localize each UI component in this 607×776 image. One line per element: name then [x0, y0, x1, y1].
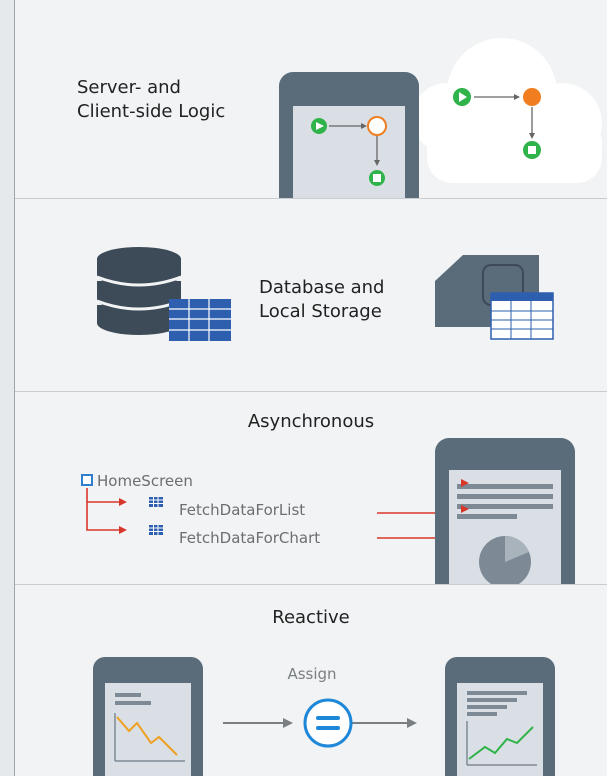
- tree-item-fetchdataforchart: FetchDataForChart: [179, 529, 321, 547]
- assign-icon: [303, 698, 353, 748]
- reactive-section: Reactive Assign: [15, 585, 607, 776]
- action-icon: [149, 525, 163, 535]
- client-phone-icon: [279, 72, 419, 198]
- diagram-panel: Server- and Client-side Logic Database a…: [14, 0, 607, 776]
- async-phone-icon: [435, 438, 575, 584]
- database-section: Database and Local Storage: [15, 199, 607, 391]
- assign-label: Assign: [287, 665, 337, 683]
- logic-title-line1: Server- and: [77, 77, 181, 98]
- reactive-title: Reactive: [272, 607, 350, 628]
- table-icon: [169, 299, 231, 341]
- async-section: Asynchronous HomeScreen FetchDataForList…: [15, 392, 607, 584]
- logic-section: Server- and Client-side Logic: [15, 0, 607, 198]
- window-edge: [0, 0, 14, 776]
- server-flow-icon: [453, 88, 541, 159]
- logic-title-line2: Client-side Logic: [77, 101, 226, 122]
- reactive-phone-before-icon: [93, 657, 203, 776]
- tree-root-homescreen: HomeScreen: [97, 472, 193, 490]
- reactive-phone-after-icon: [445, 657, 555, 776]
- action-icon: [149, 497, 163, 507]
- database-title-line1: Database and: [259, 277, 385, 298]
- database-icon: [96, 247, 231, 341]
- async-title: Asynchronous: [247, 411, 375, 432]
- local-storage-icon: [435, 255, 554, 340]
- database-title-line2: Local Storage: [259, 301, 382, 322]
- tree-item-fetchdataforlist: FetchDataForList: [179, 501, 306, 519]
